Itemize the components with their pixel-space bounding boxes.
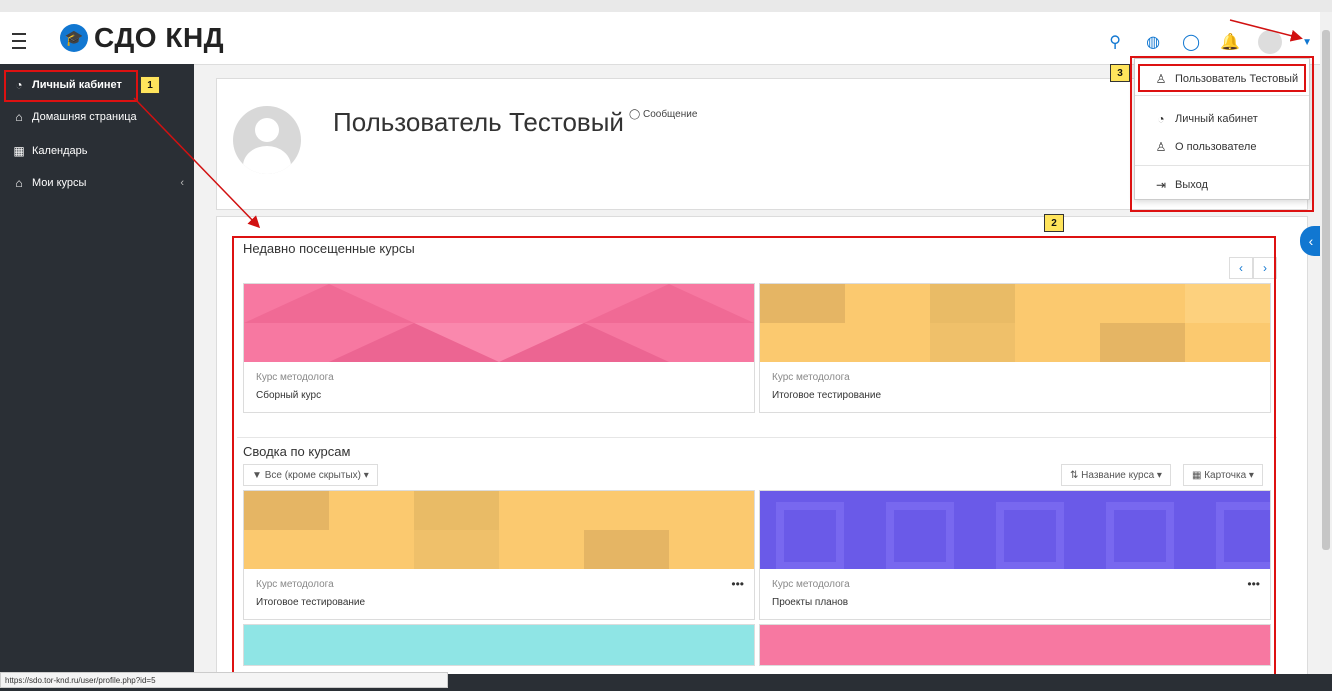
drawer-toggle-button[interactable]: ‹	[1300, 226, 1322, 256]
scrollbar[interactable]	[1320, 12, 1332, 674]
status-url: https://sdo.tor-knd.ru/user/profile.php?…	[0, 672, 448, 688]
annotation-arrows	[133, 19, 1303, 229]
